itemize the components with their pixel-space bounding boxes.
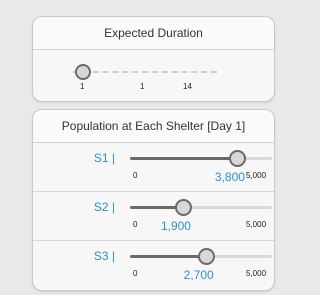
slider-min-label: 0 (133, 269, 138, 278)
shelter-label: S2 | (93, 200, 115, 214)
duration-min-label: 1 (80, 82, 85, 91)
shelter-label: S3 | (93, 249, 115, 263)
duration-thumb[interactable] (75, 64, 91, 80)
shelter-row-s3: S3 | 0 2,700 5,000 (33, 241, 274, 290)
duration-track[interactable] (73, 71, 217, 73)
population-panel: Population at Each Shelter [Day 1] S1 | … (32, 109, 275, 291)
expected-duration-title: Expected Duration (33, 17, 274, 50)
slider-value-label: 2,700 (183, 268, 214, 282)
population-title: Population at Each Shelter [Day 1] (33, 110, 274, 143)
slider-thumb[interactable] (175, 199, 193, 216)
shelter-label: S1 | (93, 151, 115, 165)
slider-thumb[interactable] (229, 150, 247, 167)
slider-max-label: 5,000 (246, 220, 267, 229)
slider-fill (130, 255, 207, 258)
slider-fill (130, 157, 238, 160)
slider-value-label: 1,900 (160, 219, 191, 233)
shelter-row-s2: S2 | 0 1,900 5,000 (33, 192, 274, 241)
expected-duration-slider[interactable]: 1 1 14 (33, 50, 274, 101)
duration-value-label: 1 (140, 82, 145, 91)
slider-max-label: 5,000 (246, 171, 267, 180)
expected-duration-panel: Expected Duration 1 1 14 (32, 16, 275, 102)
duration-max-label: 14 (183, 82, 192, 91)
shelter-row-s1: S1 | 0 3,800 5,000 (33, 143, 274, 192)
slider-min-label: 0 (133, 220, 138, 229)
slider-thumb[interactable] (198, 248, 216, 265)
slider-min-label: 0 (133, 171, 138, 180)
slider-max-label: 5,000 (246, 269, 267, 278)
